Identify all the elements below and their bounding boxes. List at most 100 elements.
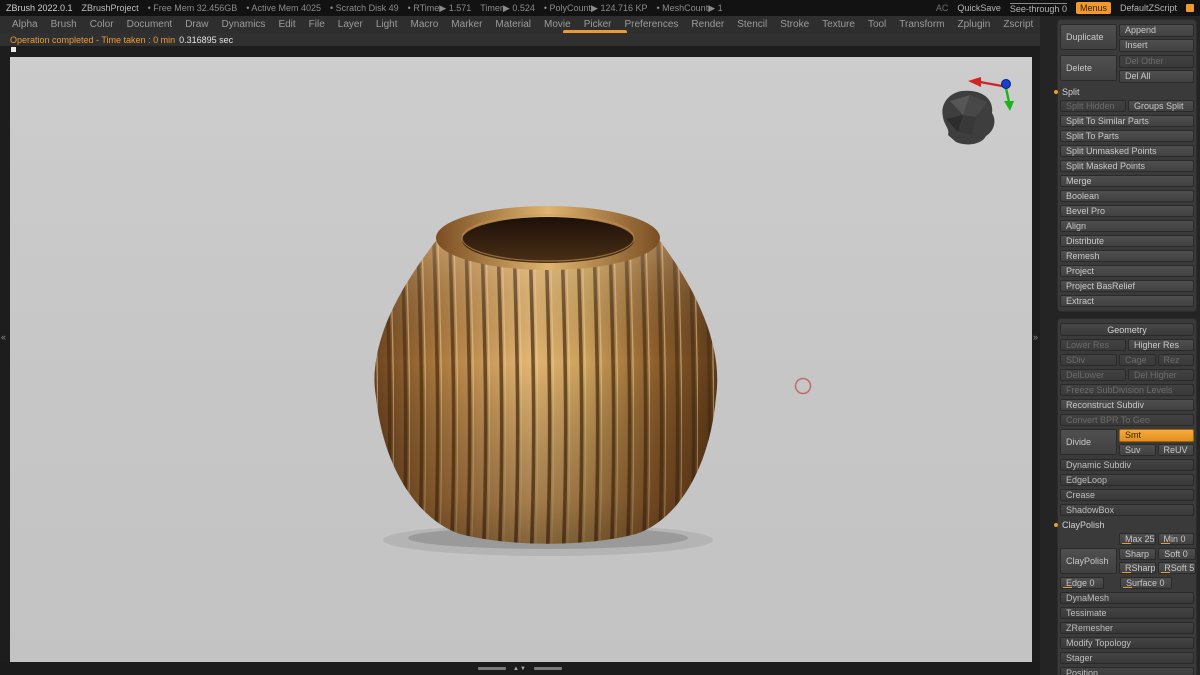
stager-group-header[interactable]: Stager	[1060, 652, 1194, 664]
split-unmasked-points-button[interactable]: Split Unmasked Points	[1060, 145, 1194, 157]
split-group-header[interactable]: Split	[1054, 86, 1194, 97]
divide-button[interactable]: Divide	[1060, 429, 1117, 455]
titlebar-stat: • Scratch Disk 49	[329, 3, 399, 13]
rsharp-button[interactable]: RSharp	[1119, 562, 1157, 574]
split-to-similar-parts-button[interactable]: Split To Similar Parts	[1060, 115, 1194, 127]
crease-group-header[interactable]: Crease	[1060, 489, 1194, 501]
claypolish-button[interactable]: ClayPolish	[1060, 548, 1117, 574]
surface-slider[interactable]: Surface 0	[1120, 577, 1172, 589]
menu-item[interactable]: Picker	[584, 19, 612, 30]
see-through-slider[interactable]: See-through 0	[1009, 2, 1067, 14]
distribute-button[interactable]: Distribute	[1060, 235, 1194, 247]
align-button[interactable]: Align	[1060, 220, 1194, 232]
modify-topology-group-header[interactable]: Modify Topology	[1060, 637, 1194, 649]
zremesher-group-header[interactable]: ZRemesher	[1060, 622, 1194, 634]
titlebar-stat: • Active Mem 4025	[246, 3, 321, 13]
status-time: 0.316895 sec	[179, 34, 234, 45]
del-all-button[interactable]: Del All	[1119, 70, 1194, 83]
smt-toggle[interactable]: Smt	[1119, 429, 1194, 442]
reconstruct-subdiv-button[interactable]: Reconstruct Subdiv	[1060, 399, 1194, 411]
menu-item[interactable]: Light	[376, 19, 398, 30]
menu-item[interactable]: Render	[691, 19, 724, 30]
edge-slider[interactable]: Edge 0	[1060, 577, 1104, 589]
menu-item[interactable]: Stencil	[737, 19, 767, 30]
project-name: ZBrushProject	[81, 3, 139, 13]
scrollbar-track-left[interactable]	[478, 667, 507, 670]
position-group-header[interactable]: Position	[1060, 667, 1194, 675]
claypolish-group-header[interactable]: ClayPolish	[1054, 519, 1194, 530]
dynamic-subdiv-group-header[interactable]: Dynamic Subdiv	[1060, 459, 1194, 471]
scroll-left-icon[interactable]: «	[1, 333, 6, 342]
sharp-button[interactable]: Sharp	[1119, 548, 1157, 560]
higher-res-button[interactable]: Higher Res	[1128, 339, 1194, 351]
menu-item[interactable]: Movie	[544, 19, 571, 30]
delete-button[interactable]: Delete	[1060, 55, 1117, 81]
menu-item[interactable]: Edit	[278, 19, 295, 30]
claypolish-group-label: ClayPolish	[1062, 519, 1105, 530]
bevel-pro-button[interactable]: Bevel Pro	[1060, 205, 1194, 217]
reuv-button[interactable]: ReUV	[1157, 444, 1194, 456]
menu-item[interactable]: Color	[90, 19, 114, 30]
status-bar: Operation completed - Time taken : 0 min…	[0, 33, 1040, 46]
groups-split-button[interactable]: Groups Split	[1128, 100, 1194, 112]
status-message: Operation completed - Time taken : 0 min	[10, 34, 176, 45]
expanded-bullet-icon	[1054, 89, 1058, 94]
menu-item[interactable]: Document	[127, 19, 173, 30]
slider-tick	[1123, 587, 1132, 588]
split-masked-points-button[interactable]: Split Masked Points	[1060, 160, 1194, 172]
suv-toggle[interactable]: Suv	[1119, 444, 1156, 456]
shadowbox-group-header[interactable]: ShadowBox	[1060, 504, 1194, 516]
remesh-button[interactable]: Remesh	[1060, 250, 1194, 262]
geometry-header[interactable]: Geometry	[1060, 323, 1194, 336]
claypolish-max-slider[interactable]: Max 25	[1119, 533, 1156, 545]
edgeloop-group-header[interactable]: EdgeLoop	[1060, 474, 1194, 486]
menu-bar: Alpha Brush Color Document Draw Dynamics…	[0, 16, 1067, 33]
menu-item[interactable]: Stroke	[780, 19, 809, 30]
merge-button[interactable]: Merge	[1060, 175, 1194, 187]
axis-y-green	[1004, 87, 1011, 103]
insert-button[interactable]: Insert	[1119, 39, 1194, 52]
quicksave-button[interactable]: QuickSave	[957, 3, 1001, 13]
project-button[interactable]: Project	[1060, 265, 1194, 277]
slider-tick	[1122, 543, 1131, 544]
menu-item[interactable]: Dynamics	[222, 19, 266, 30]
menu-item[interactable]: Tool	[868, 19, 886, 30]
menu-item[interactable]: File	[309, 19, 325, 30]
app-title: ZBrush 2022.0.1	[6, 3, 73, 13]
dynamesh-group-header[interactable]: DynaMesh	[1060, 592, 1194, 604]
claypolish-min-slider[interactable]: Min 0	[1157, 533, 1194, 545]
menu-item[interactable]: Texture	[822, 19, 855, 30]
menu-item[interactable]: Marker	[451, 19, 482, 30]
split-to-parts-button[interactable]: Split To Parts	[1060, 130, 1194, 142]
default-zscript-button[interactable]: DefaultZScript	[1120, 3, 1177, 13]
document-canvas[interactable]	[10, 57, 1032, 662]
extract-button[interactable]: Extract	[1060, 295, 1194, 307]
tessimate-group-header[interactable]: Tessimate	[1060, 607, 1194, 619]
scroll-updown-icon[interactable]: ▲▼	[513, 666, 527, 672]
bottom-scrollbar[interactable]: ▲▼	[0, 662, 1040, 675]
menu-item[interactable]: Alpha	[12, 19, 38, 30]
app-icon	[1186, 4, 1194, 12]
menus-button[interactable]: Menus	[1075, 2, 1111, 14]
boolean-button[interactable]: Boolean	[1060, 190, 1194, 202]
project-basrelief-button[interactable]: Project BasRelief	[1060, 280, 1194, 292]
duplicate-button[interactable]: Duplicate	[1060, 24, 1117, 50]
menu-item[interactable]: Macro	[411, 19, 439, 30]
rez-button: Rez	[1157, 354, 1194, 366]
menu-item[interactable]: Draw	[185, 19, 208, 30]
menu-item[interactable]: Layer	[338, 19, 363, 30]
slider-tick	[1122, 572, 1131, 573]
menu-item[interactable]: Zscript	[1003, 19, 1033, 30]
titlebar-stat: • RTime▶ 1.571	[407, 2, 472, 13]
soft-slider[interactable]: Soft 0	[1158, 548, 1196, 560]
menu-item[interactable]: Zplugin	[958, 19, 991, 30]
scroll-right-icon[interactable]: »	[1033, 333, 1038, 342]
append-button[interactable]: Append	[1119, 24, 1194, 37]
menu-item[interactable]: Brush	[51, 19, 77, 30]
rsoft-slider[interactable]: RSoft 5	[1158, 562, 1196, 574]
menu-item[interactable]: Preferences	[624, 19, 678, 30]
scrollbar-track-right[interactable]	[533, 667, 562, 670]
canvas-scene	[374, 77, 1014, 556]
menu-item[interactable]: Material	[495, 19, 531, 30]
menu-item[interactable]: Transform	[899, 19, 944, 30]
